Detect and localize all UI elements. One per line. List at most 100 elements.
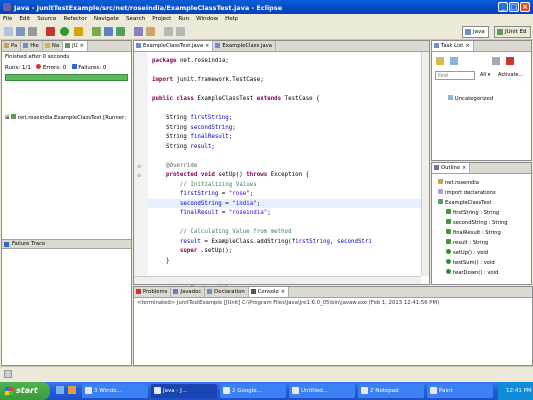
outline-item[interactable]: import declarations xyxy=(438,189,496,196)
taskbar-item-label: 3 Windo... xyxy=(94,388,122,394)
fold-marker-icon[interactable]: ⊖ xyxy=(137,164,141,170)
tab-javadoc[interactable]: Javadoc xyxy=(171,287,206,297)
tab-package-explorer[interactable]: Pa xyxy=(2,41,22,51)
outline-item[interactable]: firstString : String xyxy=(446,209,499,216)
all-filter[interactable]: All ▾ xyxy=(480,72,490,78)
close-tab-icon[interactable]: × xyxy=(205,43,209,49)
filter-icon[interactable] xyxy=(450,57,458,65)
code-line[interactable]: super .setUp(); xyxy=(152,248,232,254)
code-editor[interactable]: ExampleClassTest.java × ExampleClass.java … xyxy=(133,40,430,292)
start-button[interactable]: start xyxy=(0,382,50,400)
tab-navigator[interactable]: Na xyxy=(43,41,64,51)
code-line[interactable]: finalResult = "roseindia"; xyxy=(152,210,271,216)
menu-navigate[interactable]: Navigate xyxy=(94,14,119,24)
outline-item[interactable]: testSum() : void xyxy=(446,259,495,266)
maximize-button[interactable]: □ xyxy=(509,2,519,12)
editor-vertical-scrollbar[interactable] xyxy=(421,52,429,276)
tab-console[interactable]: Console × xyxy=(248,287,289,297)
menu-window[interactable]: Window xyxy=(196,14,218,24)
tab-outline[interactable]: Outline × xyxy=(432,163,471,173)
outline-item[interactable]: tearDown() : void xyxy=(446,269,498,276)
code-line[interactable]: public class ExampleClassTest extends Te… xyxy=(152,96,320,102)
menu-project[interactable]: Project xyxy=(152,14,171,24)
tab-declaration[interactable]: Declaration xyxy=(205,287,249,297)
new-task-icon[interactable] xyxy=(436,57,444,65)
new-java-project-icon[interactable] xyxy=(92,27,101,36)
outline-item[interactable]: setUp() : void xyxy=(446,249,488,256)
delete-icon[interactable] xyxy=(506,57,514,65)
tab-exampleclasstest[interactable]: ExampleClassTest.java × xyxy=(134,41,214,51)
outline-item[interactable]: result : String xyxy=(446,239,488,246)
close-button[interactable]: × xyxy=(520,2,530,12)
outline-item[interactable]: finalResult : String xyxy=(446,229,501,236)
code-line[interactable]: protected void setUp() throws Exception … xyxy=(152,172,309,178)
save-icon[interactable] xyxy=(16,27,25,36)
code-line[interactable]: package net.roseindia; xyxy=(152,58,229,64)
menu-help[interactable]: Help xyxy=(225,14,238,24)
back-icon[interactable] xyxy=(164,27,173,36)
taskbar-item[interactable]: 2 Notepad xyxy=(358,384,424,398)
debug-icon[interactable] xyxy=(46,27,55,36)
external-tools-icon[interactable] xyxy=(74,27,83,36)
find-input[interactable] xyxy=(435,71,475,80)
fold-marker-icon[interactable]: ⊖ xyxy=(137,173,141,179)
close-tab-icon[interactable]: × xyxy=(80,43,84,49)
menu-search[interactable]: Search xyxy=(126,14,145,24)
outline-item[interactable]: secondString : String xyxy=(446,219,508,226)
code-area[interactable]: ⊖⊖⊖ package net.roseindia;import junit.f… xyxy=(134,52,429,292)
menu-source[interactable]: Source xyxy=(37,14,56,24)
menu-file[interactable]: File xyxy=(3,14,12,24)
print-icon[interactable] xyxy=(28,27,37,36)
junit-tree-item[interactable]: ⊞ net.roseindia.ExampleClassTest [Runner… xyxy=(5,114,126,121)
code-line[interactable]: // Initializing Values xyxy=(152,182,257,188)
forward-icon[interactable] xyxy=(176,27,185,36)
new-class-icon[interactable] xyxy=(116,27,125,36)
tab-problems[interactable]: Problems xyxy=(134,287,172,297)
fast-view-icon[interactable] xyxy=(4,370,12,378)
code-line[interactable]: @Override xyxy=(152,163,197,169)
new-package-icon[interactable] xyxy=(104,27,113,36)
code-line[interactable]: String result; xyxy=(152,144,215,150)
uncategorized-item[interactable]: Uncategorized xyxy=(448,95,493,102)
code-line[interactable]: } xyxy=(152,258,170,264)
quicklaunch-folder-icon[interactable] xyxy=(68,386,76,394)
search-icon[interactable] xyxy=(146,27,155,36)
menu-edit[interactable]: Edit xyxy=(19,14,30,24)
run-icon[interactable] xyxy=(60,27,69,36)
expand-icon[interactable]: ⊞ xyxy=(5,115,9,121)
code-line[interactable]: String finalResult; xyxy=(152,134,232,140)
taskbar-item[interactable]: Untitled... xyxy=(289,384,355,398)
code-line[interactable]: firstString = "rose"; xyxy=(152,191,253,197)
outline-item[interactable]: net.roseindia xyxy=(438,179,479,186)
junit-perspective-button[interactable]: JUnit Ed xyxy=(494,26,531,38)
code-line[interactable]: // Calculating Value from method xyxy=(152,229,292,235)
outline-item[interactable]: ExampleClassTest xyxy=(438,199,491,206)
tab-junit[interactable]: JU × xyxy=(63,41,88,51)
code-line[interactable]: result = ExampleClass.addString(firstStr… xyxy=(152,239,372,245)
minimize-button[interactable]: _ xyxy=(498,2,508,12)
open-type-icon[interactable] xyxy=(134,27,143,36)
quicklaunch-ie-icon[interactable] xyxy=(56,386,64,394)
tab-task-list[interactable]: Task List × xyxy=(432,41,474,51)
activate-link[interactable]: Activate... xyxy=(498,72,523,78)
code-line[interactable]: String secondString; xyxy=(152,125,236,131)
menu-refactor[interactable]: Refactor xyxy=(63,14,86,24)
code-line[interactable]: secondString = "india"; xyxy=(152,201,260,207)
close-tab-icon[interactable]: × xyxy=(462,165,466,171)
code-line[interactable]: String firstString; xyxy=(152,115,232,121)
editor-horizontal-scrollbar[interactable] xyxy=(134,276,421,284)
taskbar-item[interactable]: 3 Windo... xyxy=(82,384,148,398)
close-tab-icon[interactable]: × xyxy=(281,289,285,295)
java-perspective-button[interactable]: Java xyxy=(462,26,489,38)
taskbar-item[interactable]: Java - J... xyxy=(151,384,217,398)
window-title-bar[interactable]: Java - JunitTestExample/src/net/roseindi… xyxy=(0,0,533,14)
tab-hierarchy[interactable]: Hie xyxy=(21,41,43,51)
new-icon[interactable] xyxy=(4,27,13,36)
collapse-all-icon[interactable] xyxy=(492,57,500,65)
code-line[interactable]: import junit.framework.TestCase; xyxy=(152,77,264,83)
menu-run[interactable]: Run xyxy=(178,14,189,24)
close-tab-icon[interactable]: × xyxy=(465,43,469,49)
tab-exampleclass[interactable]: ExampleClass.java xyxy=(213,41,277,51)
taskbar-item[interactable]: Paint xyxy=(427,384,493,398)
taskbar-item[interactable]: 2 Google... xyxy=(220,384,286,398)
